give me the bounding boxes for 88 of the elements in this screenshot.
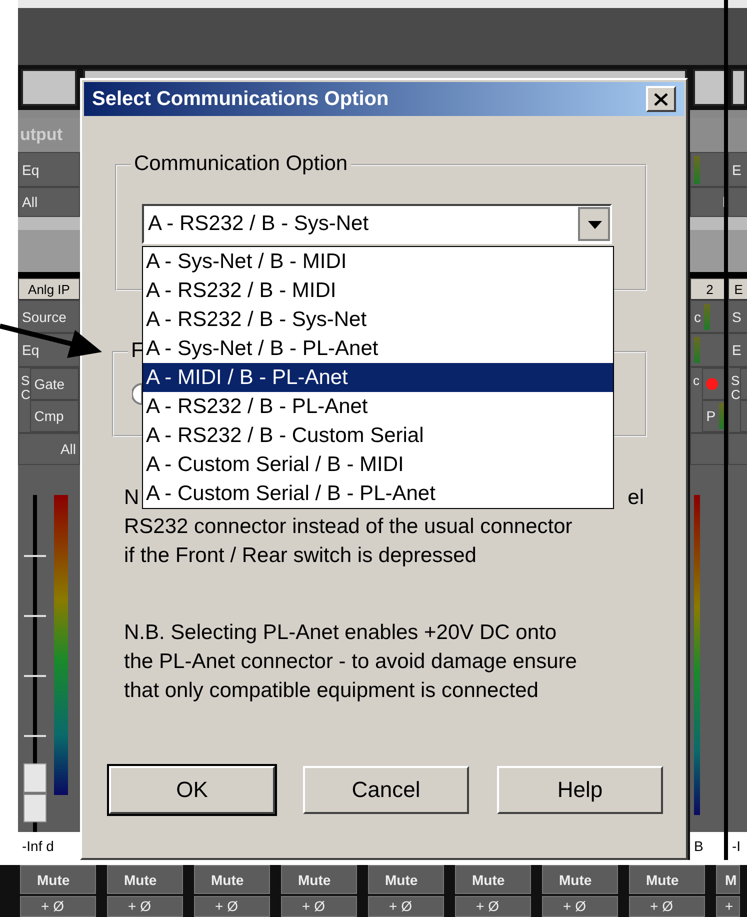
option-dropdown[interactable]: A - RS232 / B - Sys-Net (142, 204, 612, 244)
divider-bar (18, 110, 80, 118)
blank-panel (18, 230, 80, 272)
level-meter (704, 304, 710, 330)
source-button[interactable]: S (728, 300, 747, 333)
divider-bar (18, 272, 80, 278)
compressor-button[interactable]: P (702, 400, 724, 432)
dialog-button[interactable]: Cancel (303, 766, 469, 814)
close-icon (654, 92, 668, 106)
dropdown-button[interactable] (578, 207, 610, 241)
phase-button[interactable]: + Ø (107, 896, 183, 917)
all-button[interactable]: All (18, 433, 80, 465)
phase-button[interactable]: + (716, 896, 740, 917)
dialog-button[interactable]: OK (109, 766, 275, 814)
caret-icon (588, 221, 602, 229)
mute-button[interactable]: Mute (107, 865, 183, 894)
sidechain-label: c (692, 372, 700, 390)
channel-tab[interactable] (21, 69, 77, 106)
level-readout: -I (728, 832, 747, 860)
section-header: utput (18, 118, 80, 152)
divider-bar (690, 110, 724, 118)
mute-button[interactable]: Mute (20, 865, 96, 894)
eq-button[interactable] (690, 333, 724, 367)
eq-button[interactable] (690, 152, 724, 187)
level-readout: B (690, 832, 724, 860)
compressor-button[interactable]: Cmp (30, 400, 79, 432)
divider-bar (690, 272, 724, 278)
fader-knob[interactable] (24, 763, 46, 822)
level-readout: -Inf d (18, 832, 80, 860)
note-text: N (124, 485, 140, 511)
source-button[interactable]: Source (18, 300, 80, 333)
sidechain-label: S C (20, 372, 30, 404)
blank-panel (728, 230, 747, 272)
divider-bar (728, 110, 747, 118)
top-panel (728, 0, 747, 65)
phase-button[interactable]: + Ø (629, 896, 705, 917)
note-text: the PL-Anet connector - to avoid damage ensure (124, 649, 578, 675)
mute-button[interactable]: Mute (455, 865, 531, 894)
radio-button[interactable] (132, 383, 142, 405)
input-label: E (728, 278, 747, 300)
all-button[interactable] (728, 187, 747, 217)
all-button[interactable] (728, 433, 747, 465)
level-meter (694, 337, 700, 363)
all-button[interactable] (690, 433, 724, 465)
mute-button[interactable]: Mute (629, 865, 705, 894)
mute-button[interactable]: Mute (368, 865, 444, 894)
group-label: Communication Option (131, 152, 351, 176)
channel-tab[interactable] (693, 69, 724, 106)
mute-button[interactable]: M (716, 865, 740, 894)
input-label: Anlg IP (18, 278, 80, 300)
eq-button[interactable]: Eq (18, 152, 80, 187)
note-text: that only compatible equipment is connected (124, 678, 540, 704)
phase-button[interactable]: + Ø (542, 896, 618, 917)
dialog-button[interactable]: Help (497, 766, 663, 814)
phase-button[interactable]: + Ø (455, 896, 531, 917)
note-text: RS232 connector instead of the usual connector (124, 514, 574, 540)
divider-bar (728, 217, 747, 230)
eq-button[interactable]: E (728, 333, 747, 367)
all-button[interactable]: All (18, 187, 80, 217)
section-header (690, 118, 724, 152)
window-title: Select Communications Option (92, 88, 389, 110)
mute-button[interactable]: Mute (542, 865, 618, 894)
phase-button[interactable]: + Ø (194, 896, 270, 917)
mute-button[interactable]: Mute (281, 865, 357, 894)
mute-button[interactable]: Mute (194, 865, 270, 894)
phase-button[interactable]: + Ø (20, 896, 96, 917)
gate-button[interactable] (702, 368, 724, 400)
divider-bar (690, 217, 724, 230)
gate-button[interactable] (740, 368, 747, 400)
note-text: if the Front / Rear switch is depressed (124, 543, 478, 569)
phase-button[interactable]: + Ø (368, 896, 444, 917)
level-meter (694, 156, 700, 184)
channel-tab[interactable] (731, 69, 746, 106)
note-text: el (628, 485, 644, 511)
phase-button[interactable]: + Ø (281, 896, 357, 917)
section-header (728, 118, 747, 152)
sidechain-label: S C (730, 372, 740, 404)
gate-button[interactable]: Gate (30, 368, 79, 400)
divider-bar (728, 272, 747, 278)
input-label: 2 (690, 278, 724, 300)
close-button[interactable] (646, 86, 676, 112)
source-button[interactable]: c (690, 300, 724, 333)
note-text: N.B. Selecting PL-Anet enables +20V DC onto (124, 620, 558, 646)
compressor-button[interactable] (740, 400, 747, 432)
blank-panel (690, 230, 724, 272)
eq-button[interactable]: E (728, 152, 747, 187)
divider-bar (18, 217, 80, 230)
option-item[interactable]: A - MIDI / B - PL-Anet (143, 363, 613, 392)
